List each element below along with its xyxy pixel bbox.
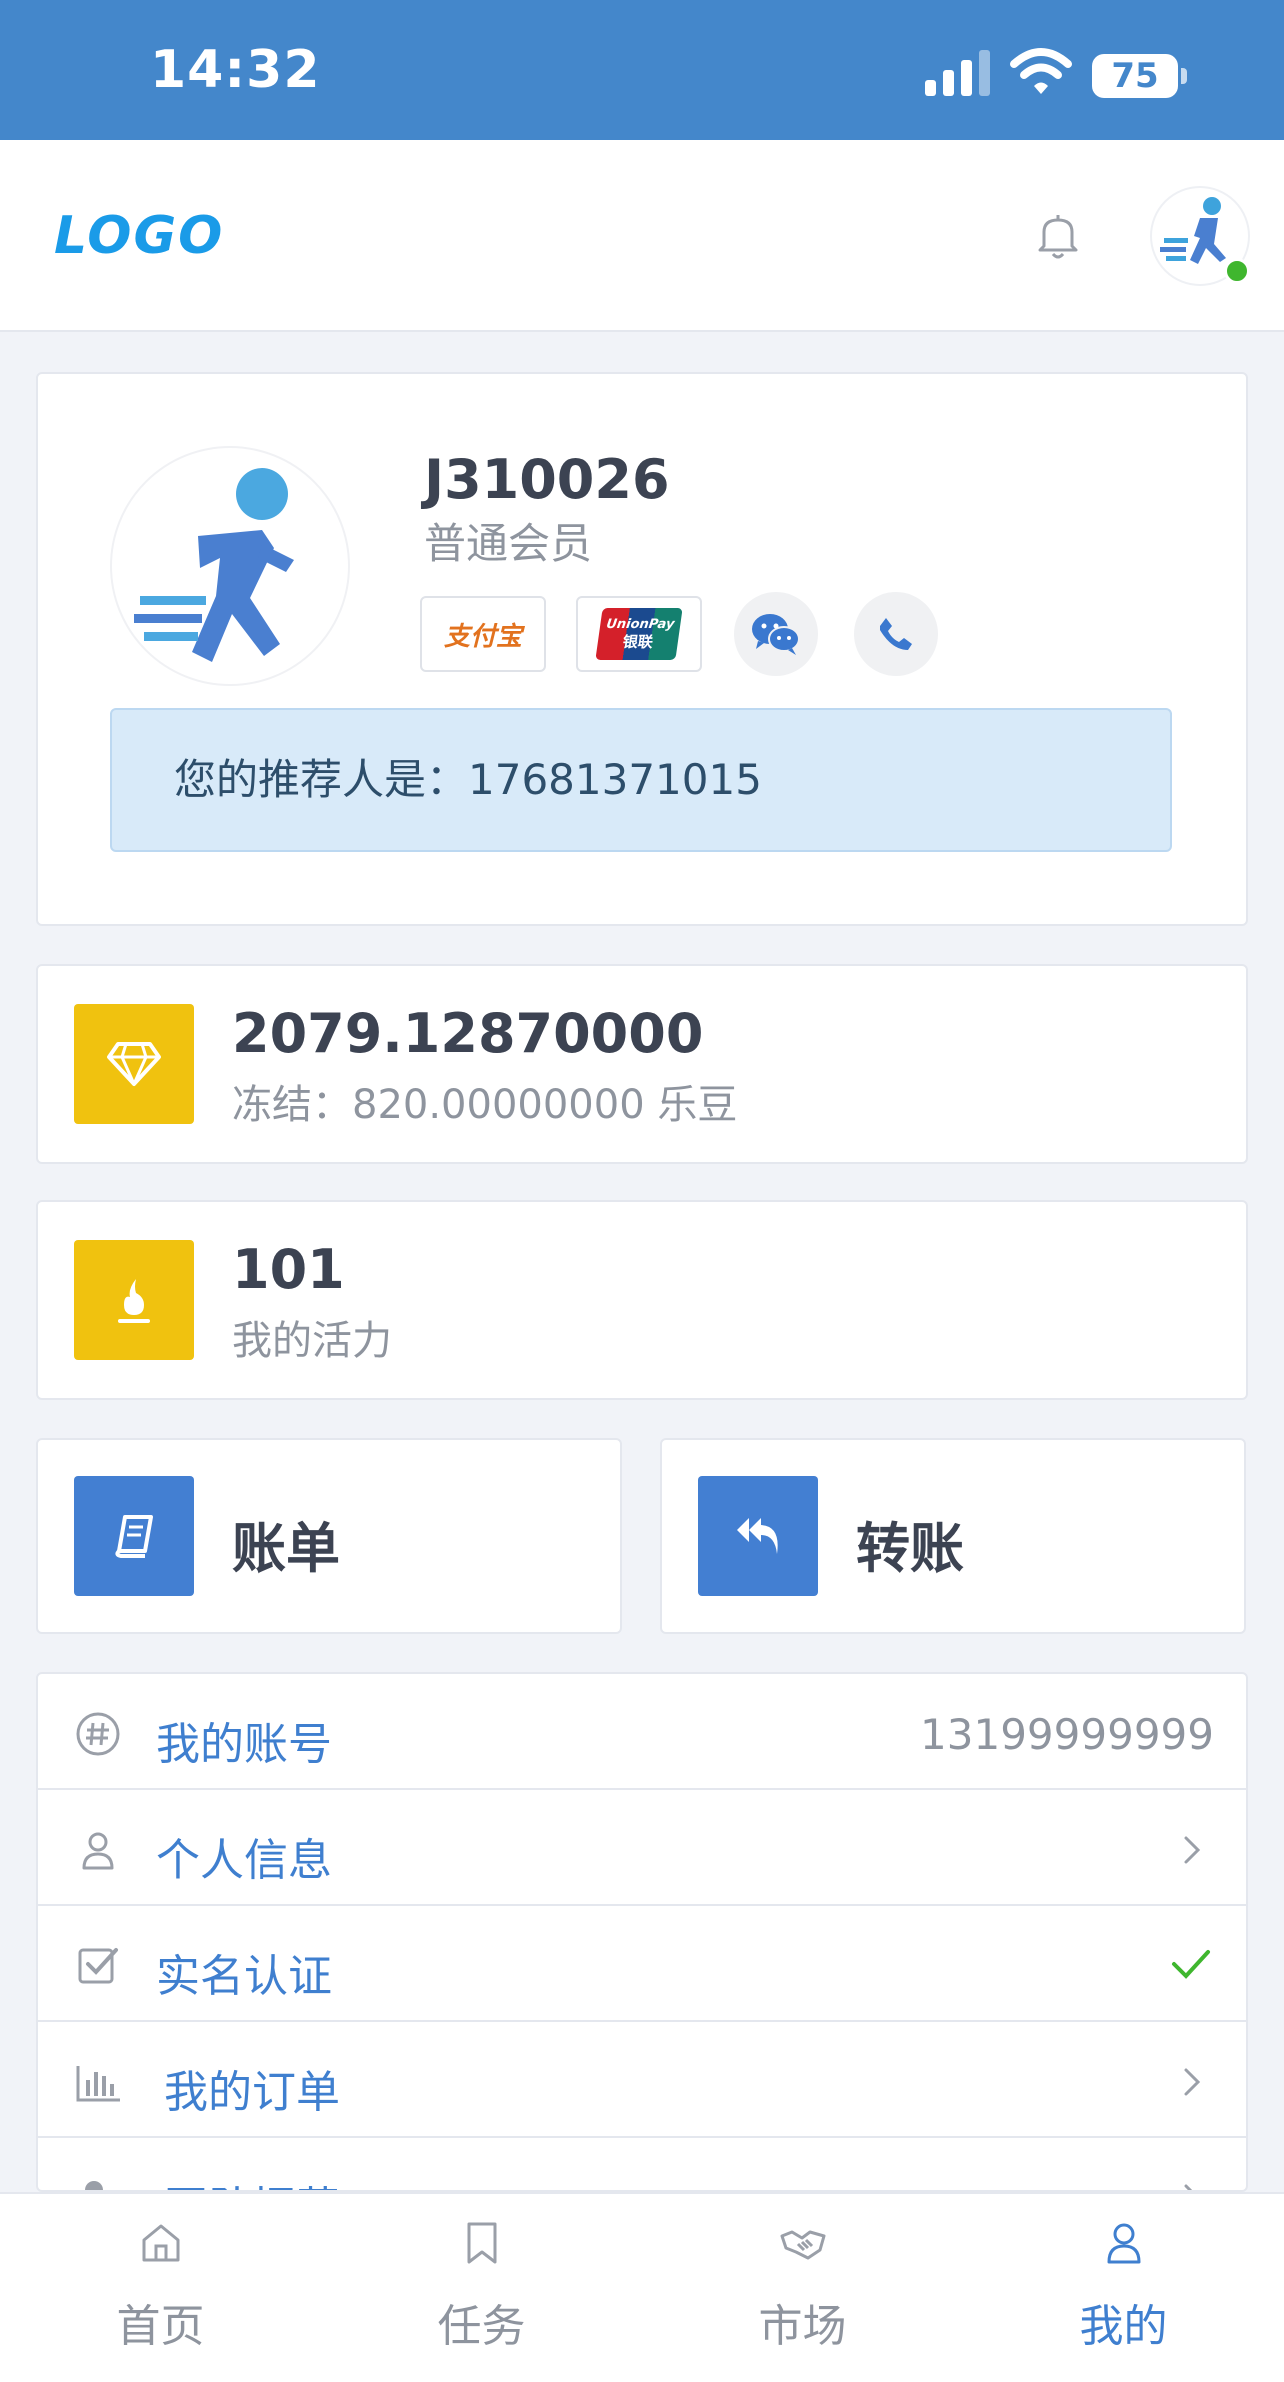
battery-tip [1181, 68, 1187, 84]
profile-avatar [110, 446, 350, 686]
chevron-right-icon [1184, 2184, 1193, 2190]
referrer-info: 您的推荐人是：17681371015 [110, 708, 1172, 852]
bar-chart-icon [76, 2066, 120, 2102]
flame-icon [118, 1279, 150, 1323]
wechat-icon [752, 614, 800, 655]
nav-label: 市场 [758, 2301, 847, 2352]
phone-icon [880, 618, 912, 650]
status-bar: 14:32 75 [0, 0, 1284, 140]
vitality-icon-tile [74, 1240, 194, 1360]
alipay-button[interactable]: 支付宝 [420, 596, 546, 672]
vitality-value: 101 [232, 1238, 345, 1301]
vitality-label: 我的活力 [232, 1318, 392, 1364]
team-icon [85, 2181, 103, 2190]
wifi-icon [1010, 48, 1072, 94]
menu-label: 我的账号 [156, 1719, 332, 1770]
bottom-nav: 首页 任务 市场 我的 [0, 2192, 1284, 2382]
transfer-button[interactable]: 转账 [660, 1438, 1246, 1634]
battery-icon: 75 [1092, 54, 1178, 98]
unionpay-sub: 银联 [621, 633, 655, 651]
wechat-button[interactable] [734, 592, 818, 676]
username: J310026 [424, 448, 670, 511]
nav-tasks[interactable]: 任务 [321, 2194, 642, 2382]
transfer-label: 转账 [856, 1517, 964, 1580]
menu-label: 团队招募 [164, 2172, 340, 2190]
chevron-right-icon [1184, 1836, 1201, 1864]
menu-item-account[interactable]: 我的账号 13199999999 [38, 1674, 1246, 1790]
bookmark-icon [467, 2222, 496, 2264]
diamond-icon [107, 1042, 161, 1086]
vitality-card[interactable]: 101 我的活力 [36, 1200, 1248, 1400]
bell-icon[interactable] [1030, 208, 1086, 264]
profile-card: J310026 普通会员 支付宝 UnionPay 银联 您的推荐人是：1768… [36, 372, 1248, 926]
unionpay-button[interactable]: UnionPay 银联 [576, 596, 702, 672]
verified-check-icon [1172, 1950, 1210, 1979]
account-number: 13199999999 [920, 1710, 1214, 1759]
signal-icon [925, 50, 990, 96]
user-icon [1107, 2223, 1140, 2264]
bill-icon-tile [74, 1476, 194, 1596]
menu-list: 我的账号 13199999999 个人信息 实名认证 我的订单 [36, 1672, 1248, 2192]
hashtag-icon [76, 1712, 120, 1756]
checkbox-icon [78, 1948, 118, 1984]
nav-label: 任务 [437, 2301, 526, 2352]
status-time: 14:32 [150, 40, 321, 100]
book-icon [115, 1515, 153, 1558]
menu-label: 我的订单 [164, 2067, 340, 2118]
alipay-label: 支付宝 [443, 621, 522, 652]
menu-item-orders[interactable]: 我的订单 [38, 2022, 1246, 2138]
balance-card[interactable]: 2079.12870000 冻结：820.00000000 乐豆 [36, 964, 1248, 1164]
logo[interactable]: LOGO [54, 206, 224, 266]
chevron-right-icon [1184, 2068, 1201, 2096]
balance-icon-tile [74, 1004, 194, 1124]
menu-label: 实名认证 [156, 1951, 332, 2002]
app-header: LOGO [0, 140, 1284, 332]
home-icon [142, 2224, 179, 2262]
runner-icon [134, 468, 294, 662]
unionpay-label: UnionPay [605, 617, 676, 632]
transfer-icon-tile [698, 1476, 818, 1596]
online-status-dot [1224, 258, 1250, 284]
handshake-icon [780, 2230, 825, 2260]
menu-label: 个人信息 [156, 1835, 332, 1886]
nav-market[interactable]: 市场 [642, 2194, 963, 2382]
menu-item-personal-info[interactable]: 个人信息 [38, 1790, 1246, 1906]
nav-home[interactable]: 首页 [0, 2194, 321, 2382]
unionpay-logo: UnionPay 银联 [595, 608, 683, 660]
menu-item-team[interactable]: 团队招募 [38, 2138, 1246, 2190]
user-icon [82, 1832, 114, 1870]
frozen-balance: 冻结：820.00000000 乐豆 [232, 1082, 738, 1128]
menu-item-verification[interactable]: 实名认证 [38, 1906, 1246, 2022]
balance-value: 2079.12870000 [232, 1002, 704, 1065]
nav-label: 首页 [116, 2301, 205, 2352]
nav-label: 我的 [1079, 2301, 1168, 2352]
reply-all-icon [737, 1518, 778, 1554]
bill-label: 账单 [232, 1517, 340, 1580]
member-level: 普通会员 [424, 519, 593, 568]
bill-button[interactable]: 账单 [36, 1438, 622, 1634]
nav-mine[interactable]: 我的 [963, 2194, 1284, 2382]
phone-button[interactable] [854, 592, 938, 676]
